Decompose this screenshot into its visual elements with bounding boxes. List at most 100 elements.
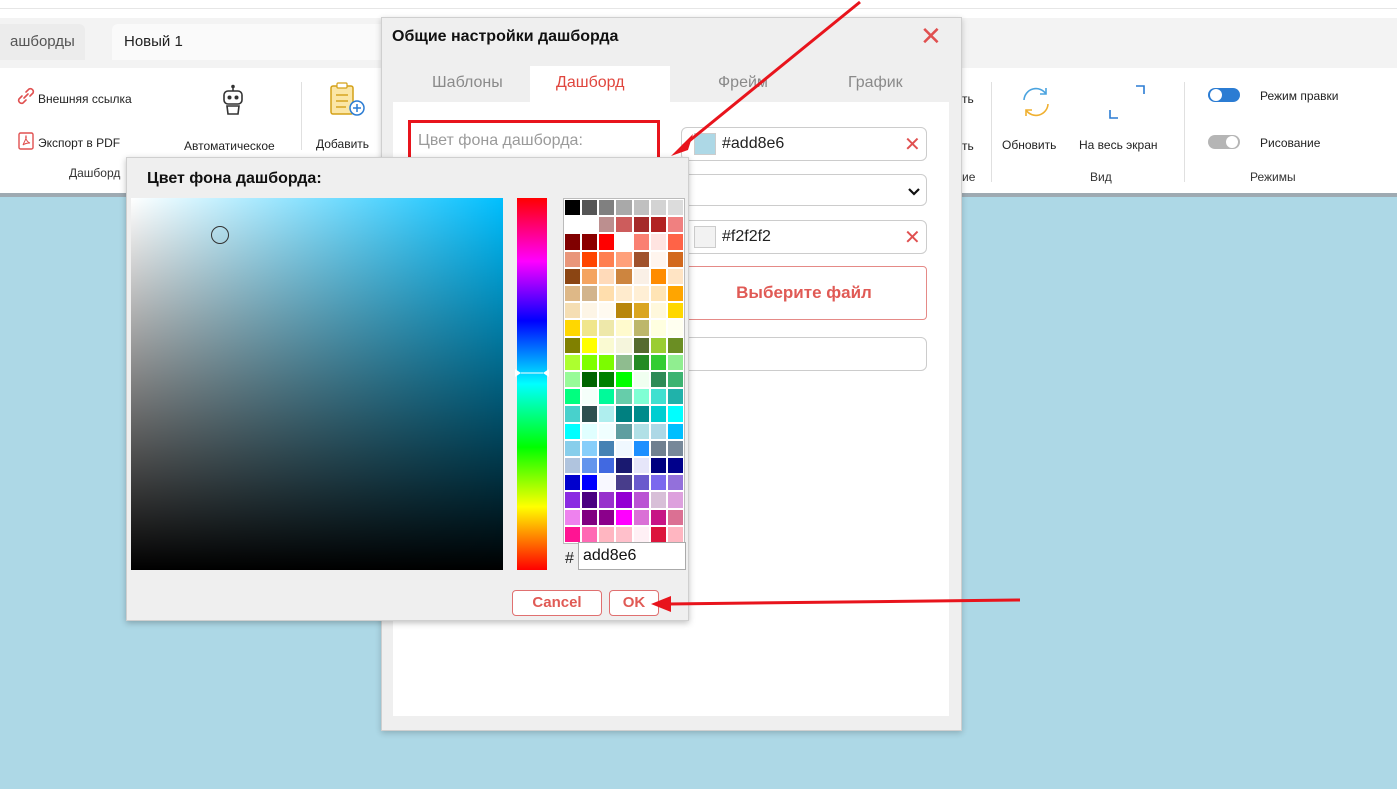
palette-swatch[interactable] (666, 405, 684, 423)
palette-swatch[interactable] (666, 491, 684, 509)
palette-swatch[interactable] (564, 285, 582, 303)
palette-swatch[interactable] (598, 267, 616, 285)
palette-swatch[interactable] (615, 302, 633, 320)
palette-swatch[interactable] (615, 233, 633, 251)
palette-swatch[interactable] (564, 336, 582, 354)
palette-swatch[interactable] (581, 388, 599, 406)
palette-swatch[interactable] (598, 371, 616, 389)
palette-swatch[interactable] (649, 302, 667, 320)
hex-input[interactable]: add8e6 (578, 542, 686, 570)
palette-swatch[interactable] (564, 388, 582, 406)
palette-swatch[interactable] (649, 267, 667, 285)
palette-swatch[interactable] (598, 285, 616, 303)
palette-swatch[interactable] (649, 508, 667, 526)
palette-swatch[interactable] (649, 405, 667, 423)
saturation-marker[interactable] (211, 226, 229, 244)
palette-swatch[interactable] (666, 439, 684, 457)
palette-swatch[interactable] (581, 302, 599, 320)
palette-swatch[interactable] (598, 302, 616, 320)
palette-swatch[interactable] (581, 233, 599, 251)
palette-swatch[interactable] (632, 525, 650, 543)
palette-swatch[interactable] (649, 439, 667, 457)
palette-swatch[interactable] (581, 422, 599, 440)
fullscreen-button[interactable]: На весь экран (1079, 138, 1158, 152)
palette-swatch[interactable] (615, 525, 633, 543)
palette-swatch[interactable] (666, 216, 684, 234)
clear-icon[interactable]: ✕ (904, 132, 921, 157)
palette-swatch[interactable] (581, 199, 599, 217)
palette-swatch[interactable] (632, 474, 650, 492)
palette-swatch[interactable] (598, 319, 616, 337)
palette-swatch[interactable] (632, 371, 650, 389)
choose-file-button[interactable]: Выберите файл (681, 266, 927, 320)
palette-swatch[interactable] (564, 422, 582, 440)
palette-swatch[interactable] (632, 302, 650, 320)
palette-swatch[interactable] (615, 491, 633, 509)
palette-swatch[interactable] (598, 422, 616, 440)
palette-swatch[interactable] (632, 422, 650, 440)
palette-swatch[interactable] (581, 250, 599, 268)
palette-swatch[interactable] (564, 457, 582, 475)
palette-swatch[interactable] (615, 199, 633, 217)
drawing-toggle[interactable] (1207, 134, 1241, 155)
second-color-field[interactable]: #f2f2f2 ✕ (681, 220, 927, 254)
palette-swatch[interactable] (581, 525, 599, 543)
palette-swatch[interactable] (598, 336, 616, 354)
palette-swatch[interactable] (632, 285, 650, 303)
palette-swatch[interactable] (666, 525, 684, 543)
color-palette[interactable] (563, 198, 685, 544)
palette-swatch[interactable] (564, 216, 582, 234)
palette-swatch[interactable] (564, 233, 582, 251)
palette-swatch[interactable] (615, 285, 633, 303)
palette-swatch[interactable] (564, 319, 582, 337)
tab-frame[interactable]: Фрейм (718, 74, 768, 92)
palette-swatch[interactable] (615, 267, 633, 285)
palette-swatch[interactable] (649, 319, 667, 337)
palette-swatch[interactable] (598, 388, 616, 406)
palette-swatch[interactable] (615, 474, 633, 492)
palette-swatch[interactable] (598, 491, 616, 509)
palette-swatch[interactable] (581, 353, 599, 371)
ok-button[interactable]: OK (609, 590, 659, 616)
dashboard-select[interactable] (681, 174, 927, 206)
palette-swatch[interactable] (581, 508, 599, 526)
palette-swatch[interactable] (598, 250, 616, 268)
palette-swatch[interactable] (632, 233, 650, 251)
saturation-value-area[interactable] (131, 198, 503, 570)
palette-swatch[interactable] (666, 250, 684, 268)
palette-swatch[interactable] (632, 439, 650, 457)
external-link-button[interactable]: Внешняя ссылка (38, 92, 132, 106)
palette-swatch[interactable] (632, 267, 650, 285)
palette-swatch[interactable] (615, 250, 633, 268)
bg-color-field[interactable]: #add8e6 ✕ (681, 127, 927, 161)
palette-swatch[interactable] (581, 267, 599, 285)
palette-swatch[interactable] (615, 457, 633, 475)
palette-swatch[interactable] (581, 439, 599, 457)
palette-swatch[interactable] (598, 233, 616, 251)
hue-slider[interactable] (517, 198, 547, 570)
palette-swatch[interactable] (581, 336, 599, 354)
palette-swatch[interactable] (666, 319, 684, 337)
palette-swatch[interactable] (581, 491, 599, 509)
export-pdf-button[interactable]: Экспорт в PDF (38, 136, 120, 150)
empty-field[interactable] (681, 337, 927, 371)
palette-swatch[interactable] (598, 353, 616, 371)
palette-swatch[interactable] (632, 405, 650, 423)
palette-swatch[interactable] (649, 250, 667, 268)
palette-swatch[interactable] (581, 319, 599, 337)
palette-swatch[interactable] (598, 216, 616, 234)
palette-swatch[interactable] (666, 285, 684, 303)
palette-swatch[interactable] (564, 353, 582, 371)
palette-swatch[interactable] (564, 491, 582, 509)
palette-swatch[interactable] (666, 353, 684, 371)
palette-swatch[interactable] (598, 525, 616, 543)
palette-swatch[interactable] (564, 439, 582, 457)
palette-swatch[interactable] (649, 285, 667, 303)
palette-swatch[interactable] (615, 216, 633, 234)
palette-swatch[interactable] (581, 216, 599, 234)
palette-swatch[interactable] (581, 285, 599, 303)
clear-icon[interactable]: ✕ (904, 225, 921, 250)
palette-swatch[interactable] (615, 319, 633, 337)
palette-swatch[interactable] (564, 267, 582, 285)
palette-swatch[interactable] (666, 199, 684, 217)
